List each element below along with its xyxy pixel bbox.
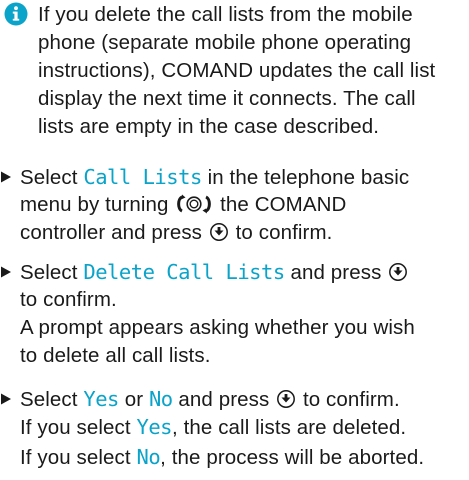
step-text: and press <box>172 388 276 411</box>
note-line-3: instructions), COMAND updates the call l… <box>38 59 436 82</box>
menu-item-delete-call-lists: Delete Call Lists <box>83 260 285 284</box>
step-2-line-3: A prompt appears asking whether you wish <box>20 316 415 339</box>
step-text: to confirm. <box>229 221 333 244</box>
note-line-5: lists are empty in the case described. <box>38 115 380 138</box>
step-text: controller and press <box>20 221 208 244</box>
controller-turn-icon <box>177 194 212 214</box>
step-text: to confirm. <box>297 388 400 411</box>
bullet-arrow-icon <box>1 393 11 405</box>
step-text: or <box>118 388 149 411</box>
step-1-line-1: Select Call Lists in the telephone basic <box>20 163 409 191</box>
step-text: and press <box>284 261 388 284</box>
step-text: in the telephone basic <box>201 166 410 189</box>
step-text: Select <box>20 388 84 411</box>
step-text: menu by turning <box>20 193 175 216</box>
option-yes: Yes <box>136 415 173 439</box>
step-1-line-2: menu by turning the COMAND <box>20 191 346 219</box>
step-3-line-2: If you select Yes, the call lists are de… <box>20 413 406 441</box>
controller-press-icon <box>209 223 228 241</box>
step-2-line-1: Select Delete Call Lists and press <box>20 258 409 286</box>
controller-press-icon <box>389 263 408 281</box>
step-text: Select <box>20 261 84 284</box>
note-line-4: display the next time it connects. The c… <box>38 87 416 110</box>
step-text: If you select <box>20 416 137 439</box>
option-yes: Yes <box>83 387 119 411</box>
option-no: No <box>148 387 173 411</box>
option-no: No <box>136 445 161 469</box>
step-2-line-4: to delete all call lists. <box>20 344 211 367</box>
step-text: , the call lists are deleted. <box>172 416 407 439</box>
step-text: If you select <box>20 446 137 469</box>
note-line-2: phone (separate mobile phone operating <box>38 31 412 54</box>
menu-item-call-lists: Call Lists <box>83 165 202 189</box>
info-icon <box>4 2 28 26</box>
step-1-line-3: controller and press to confirm. <box>20 219 332 247</box>
step-2-line-2: to confirm. <box>20 288 117 311</box>
bullet-arrow-icon <box>1 266 11 278</box>
step-text: the COMAND <box>214 193 347 216</box>
controller-press-icon <box>277 390 296 408</box>
step-text: Select <box>20 166 84 189</box>
manual-page: If you delete the call lists from the mo… <box>0 0 469 480</box>
step-text: , the process will be aborted. <box>160 446 425 469</box>
step-3-line-1: Select Yes or No and press to confirm. <box>20 385 400 413</box>
note-line-1: If you delete the call lists from the mo… <box>38 3 413 26</box>
step-3-line-3: If you select No, the process will be ab… <box>20 443 424 471</box>
bullet-arrow-icon <box>1 171 11 183</box>
